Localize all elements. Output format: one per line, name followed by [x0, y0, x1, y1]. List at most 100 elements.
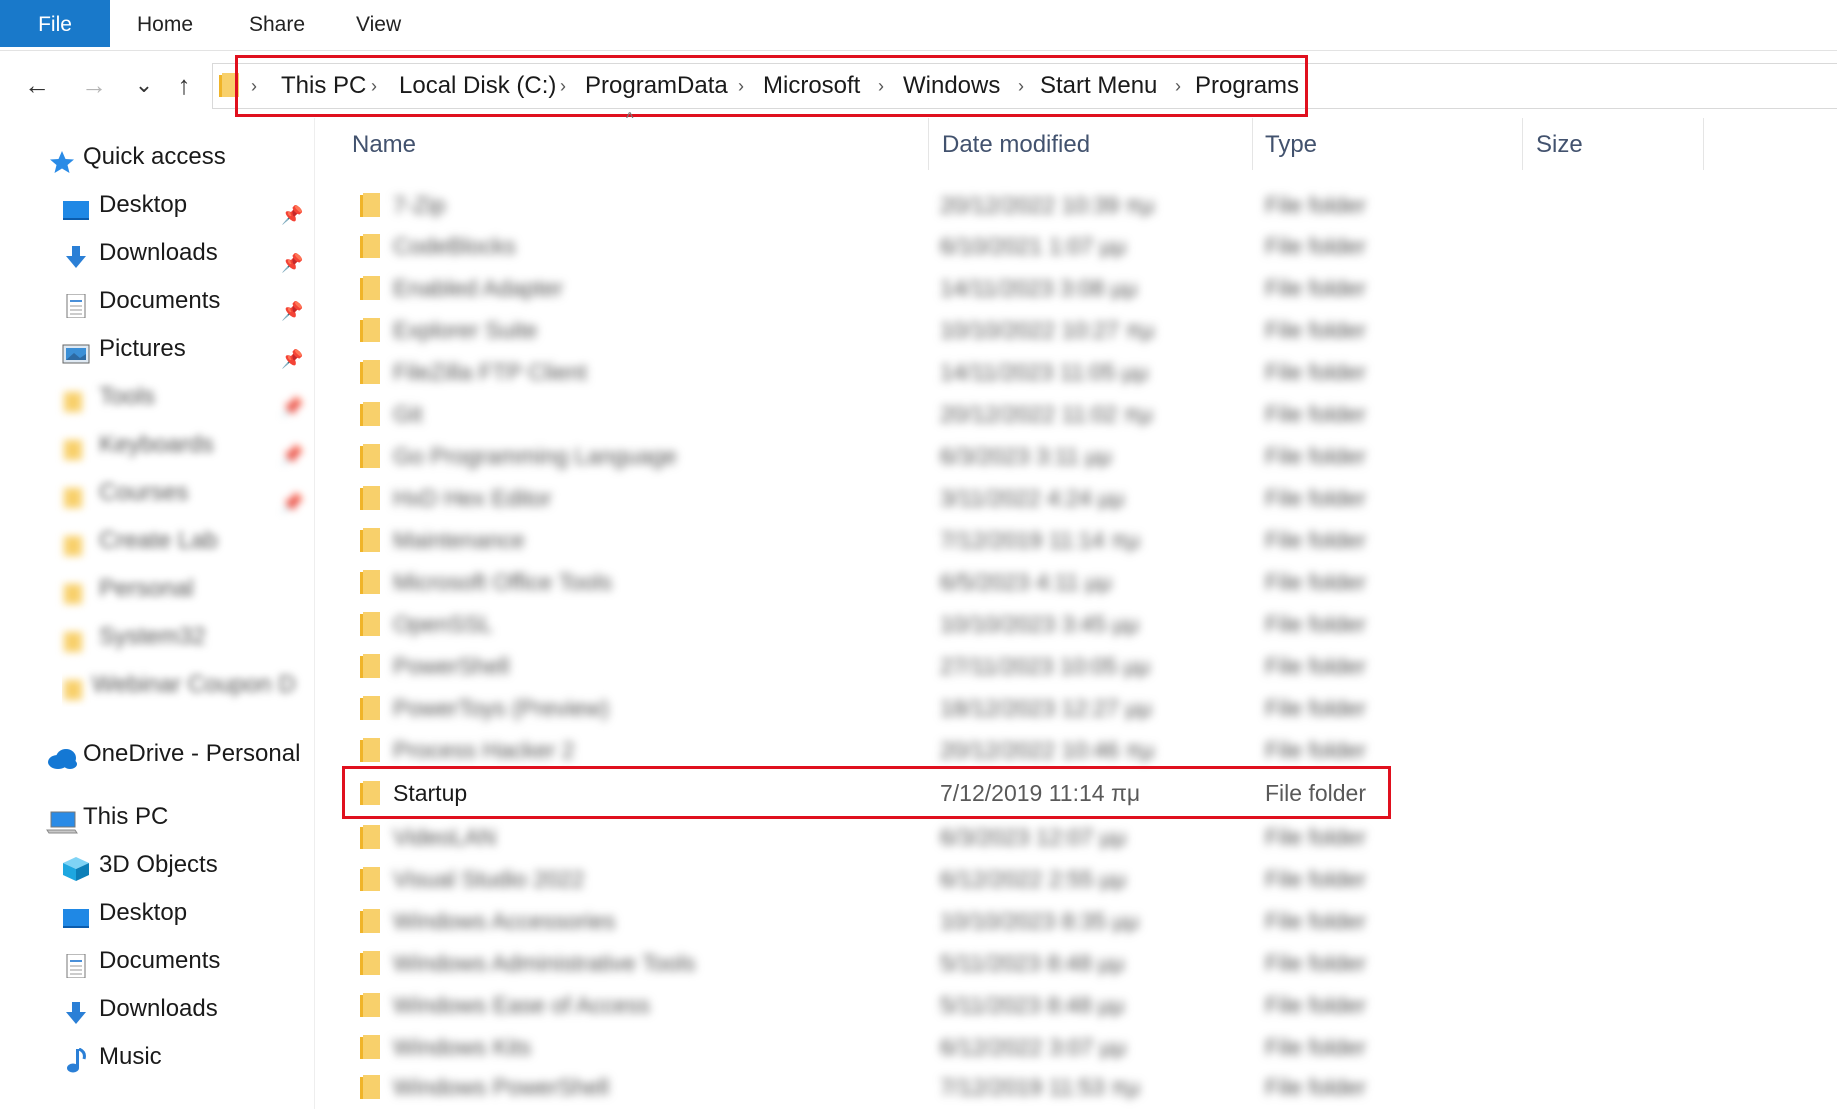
pin-icon[interactable]: 📌	[281, 337, 303, 381]
tab-share[interactable]: Share	[249, 0, 305, 47]
file-row[interactable]: Microsoft Office Tools 6/5/2023 4:11 μμ …	[340, 562, 1837, 602]
file-type: File folder	[1265, 1074, 1366, 1100]
folder-icon	[62, 625, 90, 652]
file-row[interactable]: Windows Ease of Access 5/11/2023 8:48 μμ…	[340, 985, 1837, 1025]
file-name: HxD Hex Editor	[393, 485, 552, 511]
breadcrumb-separator-icon[interactable]: ›	[1018, 64, 1024, 108]
column-divider[interactable]	[1522, 118, 1523, 170]
recent-locations-chevron-icon[interactable]: ⌄	[128, 69, 160, 101]
sidebar-item-label: Desktop	[99, 191, 188, 218]
file-row[interactable]: HxD Hex Editor 3/11/2022 4:24 μμ File fo…	[340, 478, 1837, 518]
folder-icon	[62, 385, 90, 412]
file-row[interactable]: PowerToys (Preview) 18/12/2023 12:27 μμ …	[340, 688, 1837, 728]
file-row[interactable]: Process Hacker 2 20/12/2022 10:46 πμ Fil…	[340, 730, 1837, 770]
folder-icon	[360, 402, 380, 426]
file-row[interactable]: OpenSSL 10/10/2023 3:45 μμ File folder	[340, 604, 1837, 644]
pin-icon[interactable]: 📌	[281, 385, 303, 429]
breadcrumb-separator-icon[interactable]: ›	[251, 64, 257, 108]
file-row[interactable]: 7-Zip 20/12/2022 10:39 πμ File folder	[340, 185, 1837, 225]
tab-file[interactable]: File	[0, 0, 110, 47]
forward-arrow-icon[interactable]: →	[78, 69, 110, 101]
column-header-size[interactable]: Size	[1536, 120, 1583, 170]
file-date: 5/11/2023 8:48 μμ	[940, 950, 1125, 976]
column-header-name[interactable]: Name	[352, 120, 416, 170]
file-date: 6/10/2021 1:07 μμ	[940, 233, 1127, 259]
breadcrumb-separator-icon[interactable]: ›	[1175, 64, 1181, 108]
file-type: File folder	[1265, 780, 1366, 806]
file-name: OpenSSL	[393, 611, 493, 637]
folder-icon	[360, 909, 380, 933]
file-date: 7/12/2019 11:53 πμ	[940, 1074, 1141, 1100]
folder-icon	[360, 444, 380, 468]
sidebar-item-label: Desktop	[99, 899, 188, 926]
sidebar-item-label: Personal	[99, 575, 194, 602]
tab-home[interactable]: Home	[137, 0, 193, 47]
address-bar[interactable]: › This PC › Local Disk (C:) › ProgramDat…	[212, 63, 1837, 109]
file-row[interactable]: Windows PowerShell 7/12/2019 11:53 πμ Fi…	[340, 1067, 1837, 1107]
breadcrumb-microsoft[interactable]: Microsoft	[763, 64, 860, 108]
column-divider[interactable]	[1252, 118, 1253, 170]
breadcrumb-programdata[interactable]: ProgramData	[585, 64, 728, 108]
column-header-type[interactable]: Type	[1265, 120, 1317, 170]
file-name: Windows Accessories	[393, 908, 616, 934]
pin-icon[interactable]: 📌	[281, 433, 303, 477]
pin-icon[interactable]: 📌	[281, 481, 303, 525]
folder-icon	[360, 654, 380, 678]
file-date: 14/11/2023 3:08 μμ	[940, 275, 1138, 301]
file-type: File folder	[1265, 192, 1366, 218]
sidebar-item-label: 3D Objects	[99, 851, 218, 878]
file-date: 10/10/2022 10:27 πμ	[940, 317, 1155, 343]
breadcrumb-separator-icon[interactable]: ›	[371, 64, 377, 108]
file-row[interactable]: Windows Accessories 10/10/2023 8:35 μμ F…	[340, 901, 1837, 941]
breadcrumb-windows[interactable]: Windows	[903, 64, 1000, 108]
breadcrumb-separator-icon[interactable]: ›	[738, 64, 744, 108]
file-date: 7/12/2019 11:14 πμ	[940, 780, 1141, 806]
sidebar-item-label: Music	[99, 1043, 162, 1070]
up-arrow-icon[interactable]: ↑	[168, 69, 200, 101]
sidebar-item-folder[interactable]: Webinar Coupon D	[62, 663, 312, 707]
file-date: 18/12/2023 12:27 μμ	[940, 695, 1152, 721]
pin-icon[interactable]: 📌	[281, 289, 303, 333]
desktop-icon	[62, 193, 90, 220]
breadcrumb-local-disk[interactable]: Local Disk (C:)	[399, 64, 556, 108]
column-divider[interactable]	[928, 118, 929, 170]
file-row[interactable]: FileZilla FTP Client 14/11/2023 11:05 μμ…	[340, 352, 1837, 392]
file-row[interactable]: Enabled Adapter 14/11/2023 3:08 μμ File …	[340, 268, 1837, 308]
back-arrow-icon[interactable]: ←	[21, 69, 53, 101]
file-row-startup[interactable]: Startup 7/12/2019 11:14 πμ File folder	[340, 773, 1837, 813]
file-row[interactable]: CodeBlocks 6/10/2021 1:07 μμ File folder	[340, 226, 1837, 266]
tab-view[interactable]: View	[356, 0, 401, 47]
breadcrumb-this-pc[interactable]: This PC	[281, 64, 366, 108]
file-row[interactable]: Git 20/12/2022 11:02 πμ File folder	[340, 394, 1837, 434]
folder-icon	[360, 1075, 380, 1099]
file-row[interactable]: Windows Kits 6/12/2022 3:07 μμ File fold…	[340, 1027, 1837, 1067]
pane-divider[interactable]	[314, 118, 315, 1109]
folder-icon	[360, 993, 380, 1017]
file-row[interactable]: Go Programming Language 6/3/2023 3:11 μμ…	[340, 436, 1837, 476]
folder-icon	[360, 234, 380, 258]
pin-icon[interactable]: 📌	[281, 193, 303, 237]
file-row[interactable]: Explorer Suite 10/10/2022 10:27 πμ File …	[340, 310, 1837, 350]
pin-icon[interactable]: 📌	[281, 241, 303, 285]
breadcrumb-start-menu[interactable]: Start Menu	[1040, 64, 1157, 108]
column-header-date-modified[interactable]: Date modified	[942, 120, 1090, 170]
breadcrumb-separator-icon[interactable]: ›	[560, 64, 566, 108]
file-name: Windows PowerShell	[393, 1074, 610, 1100]
file-type: File folder	[1265, 653, 1366, 679]
column-divider[interactable]	[1703, 118, 1704, 170]
file-row[interactable]: Visual Studio 2022 6/12/2022 2:55 μμ Fil…	[340, 859, 1837, 899]
file-row[interactable]: VideoLAN 6/3/2023 12:07 μμ File folder	[340, 817, 1837, 857]
file-name: Windows Kits	[393, 1034, 532, 1060]
file-row[interactable]: Maintenance 7/12/2019 11:14 πμ File fold…	[340, 520, 1837, 560]
folder-icon	[360, 360, 380, 384]
file-name: PowerToys (Preview)	[393, 695, 609, 721]
breadcrumb-separator-icon[interactable]: ›	[878, 64, 884, 108]
folder-icon	[62, 481, 90, 508]
file-type: File folder	[1265, 317, 1366, 343]
file-row[interactable]: Windows Administrative Tools 5/11/2023 8…	[340, 943, 1837, 983]
folder-icon	[62, 673, 90, 700]
file-row[interactable]: PowerShell 27/11/2023 10:05 μμ File fold…	[340, 646, 1837, 686]
breadcrumb-programs[interactable]: Programs	[1195, 64, 1299, 108]
sidebar-item-label: Keyboards	[99, 431, 214, 458]
file-name: Startup	[393, 780, 468, 806]
